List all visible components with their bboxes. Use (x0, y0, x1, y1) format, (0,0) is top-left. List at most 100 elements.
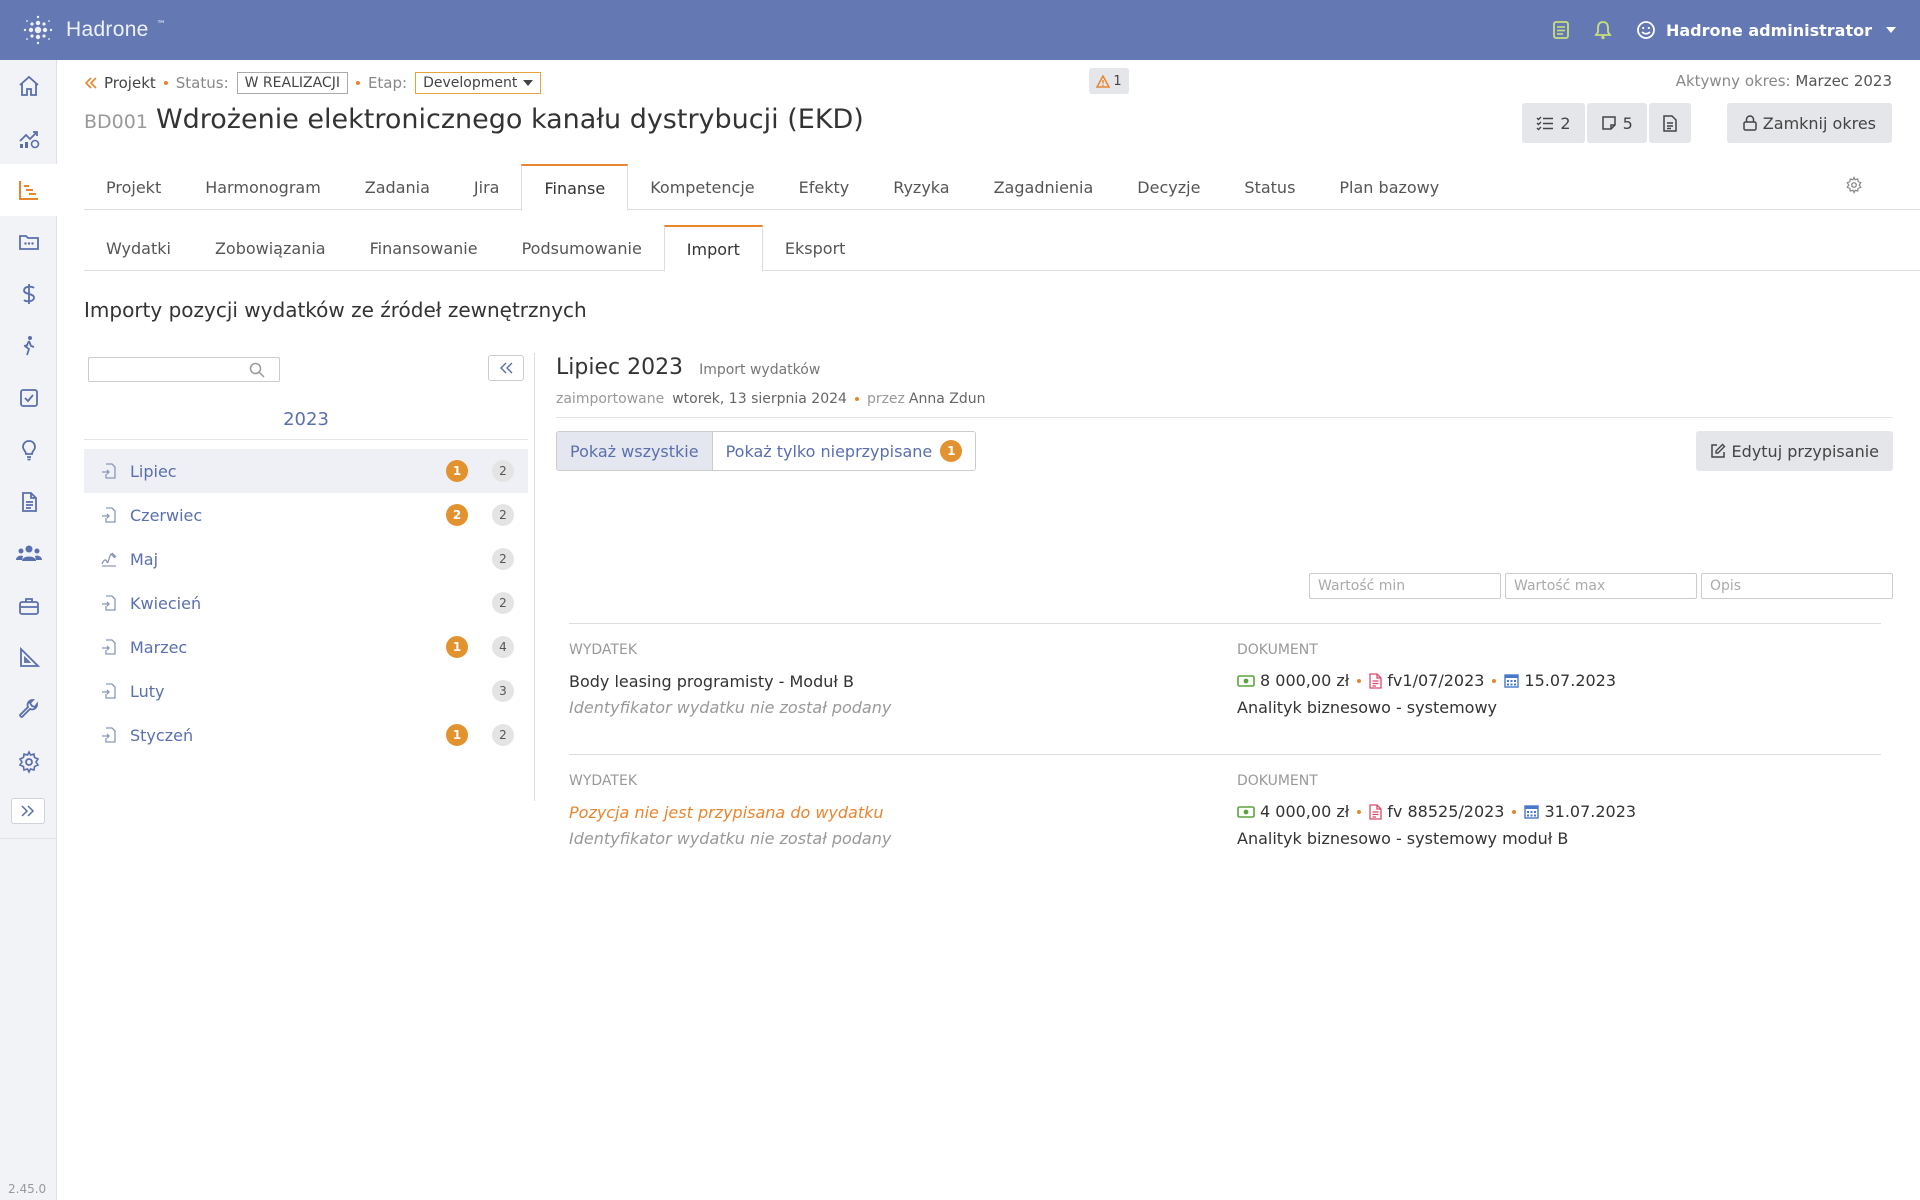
tab-ryzyka[interactable]: Ryzyka (871, 164, 971, 210)
sidebar-item-ideas[interactable] (0, 424, 57, 476)
close-period-button[interactable]: Zamknij okres (1726, 103, 1892, 143)
expense-entry[interactable]: WYDATEK DOKUMENT Body leasing programisty … (569, 623, 1881, 754)
invoice-file-icon (1369, 803, 1382, 820)
subtab-wydatki[interactable]: Wydatki (84, 225, 193, 271)
notes-icon[interactable] (1552, 20, 1570, 40)
show-unassigned-button[interactable]: Pokaż tylko nieprzypisane 1 (712, 432, 976, 470)
unassigned-count-badge: 2 (446, 504, 468, 526)
subtab-finansowanie[interactable]: Finansowanie (348, 225, 500, 271)
tasks-button[interactable]: 2 (1522, 103, 1585, 143)
walking-person-icon (23, 336, 34, 356)
notes-button[interactable]: 5 (1586, 103, 1647, 143)
list-item-month[interactable]: Styczeń 1 2 (84, 713, 528, 757)
subtab-podsumowanie[interactable]: Podsumowanie (500, 225, 664, 271)
user-menu[interactable]: Hadrone administrator (1636, 20, 1896, 40)
list-item-month[interactable]: Maj 2 (84, 537, 528, 581)
sidebar-item-teams[interactable] (0, 528, 57, 580)
tab-plan-bazowy[interactable]: Plan bazowy (1317, 164, 1461, 210)
month-label: Marzec (130, 637, 188, 657)
sidebar-item-documents[interactable] (0, 476, 57, 528)
list-item-month[interactable]: Luty 3 (84, 669, 528, 713)
home-icon (18, 75, 39, 96)
checklist-icon (1536, 116, 1554, 131)
edit-assignment-label: Edytuj przypisanie (1731, 441, 1879, 461)
year-divider (84, 439, 528, 440)
edit-assignment-button[interactable]: Edytuj przypisanie (1695, 431, 1893, 471)
tab-zagadnienia[interactable]: Zagadnienia (972, 164, 1116, 210)
tab-finanse[interactable]: Finanse (521, 164, 629, 211)
stage-dropdown[interactable]: Development (415, 72, 542, 94)
sidebar-item-finance[interactable] (0, 268, 57, 320)
import-file-icon (100, 462, 118, 480)
separator-dot (1512, 809, 1517, 814)
total-count-badge: 3 (492, 680, 514, 702)
project-header-meta: Projekt Status: W REALIZACJI Etap: Devel… (84, 72, 542, 94)
sidebar-item-settings[interactable] (0, 736, 57, 788)
month-label: Styczeń (130, 725, 194, 745)
tab-decyzje[interactable]: Decyzje (1115, 164, 1222, 210)
warning-triangle-icon (1096, 74, 1111, 88)
list-item-month[interactable]: Marzec 1 4 (84, 625, 528, 669)
sidebar-item-reports[interactable] (0, 632, 57, 684)
show-all-button[interactable]: Pokaż wszystkie (557, 432, 713, 470)
expense-header: WYDATEK (569, 642, 637, 658)
report-button[interactable] (1648, 103, 1691, 143)
document-date: 31.07.2023 (1524, 802, 1636, 821)
tasks-count: 2 (1560, 113, 1571, 133)
description-input[interactable]: Opis (1701, 573, 1893, 599)
subtab-import[interactable]: Import (663, 225, 763, 272)
tab-projekt[interactable]: Projekt (84, 164, 183, 210)
sidebar-item-tools[interactable] (0, 580, 57, 632)
notes-count: 5 (1622, 113, 1633, 133)
list-item-month[interactable]: Czerwiec 2 2 (84, 493, 528, 537)
detail-subtitle: Import wydatków (699, 362, 821, 378)
warnings-badge[interactable]: 1 (1089, 68, 1129, 94)
user-name: Hadrone administrator (1665, 20, 1872, 40)
checkbox-icon (19, 389, 38, 407)
sidebar-item-tasks[interactable] (0, 372, 57, 424)
value-max-input[interactable]: Wartość max (1505, 573, 1697, 599)
tab-efekty[interactable]: Efekty (777, 164, 872, 210)
import-file-icon (100, 726, 118, 744)
sidebar-item-projects[interactable] (0, 164, 57, 216)
subtab-zobowiązania[interactable]: Zobowiązania (193, 225, 348, 271)
subtab-eksport[interactable]: Eksport (763, 225, 868, 271)
sidebar-item-folders[interactable] (0, 216, 57, 268)
search-input[interactable] (88, 357, 280, 382)
sidebar-expand-button[interactable] (11, 798, 45, 824)
list-item-month[interactable]: Kwiecień 2 (84, 581, 528, 625)
list-item-month[interactable]: Lipiec 1 2 (84, 449, 528, 493)
sidebar-item-people[interactable] (0, 320, 57, 372)
double-chevron-left-icon (500, 362, 513, 374)
app-logo[interactable]: Hadrone ™ (18, 10, 166, 50)
collapse-panel-button[interactable] (488, 355, 524, 381)
tab-harmonogram[interactable]: Harmonogram (183, 164, 343, 210)
tab-settings-icon[interactable] (1845, 176, 1896, 198)
tab-kompetencje[interactable]: Kompetencje (628, 164, 776, 210)
tab-zadania[interactable]: Zadania (343, 164, 452, 210)
tab-jira[interactable]: Jira (452, 164, 522, 210)
folder-icon (18, 235, 39, 250)
gear-icon (1846, 176, 1862, 194)
document-date-value: 31.07.2023 (1544, 802, 1637, 821)
close-period-label: Zamknij okres (1762, 113, 1876, 133)
breadcrumb-project[interactable]: Projekt (84, 74, 156, 92)
active-period-label: Aktywny okres: (1675, 72, 1791, 90)
document-description: Analityk biznesowo - systemowy (1237, 698, 1497, 717)
sidebar-item-admin[interactable] (0, 684, 57, 736)
expense-name: Pozycja nie jest przypisana do wydatku (569, 803, 884, 822)
document-date: 15.07.2023 (1504, 671, 1616, 690)
money-icon (1237, 674, 1255, 687)
sidebar-item-portfolio[interactable] (0, 112, 57, 164)
tab-status[interactable]: Status (1222, 164, 1317, 210)
expense-name[interactable]: Body leasing programisty - Moduł B (569, 672, 854, 691)
separator-dot (1492, 678, 1497, 683)
value-min-input[interactable]: Wartość min (1309, 573, 1501, 599)
sidebar-item-home[interactable] (0, 60, 57, 112)
document-header: DOKUMENT (1237, 773, 1318, 789)
document-details: 4 000,00 zł fv 88525/2023 31.07.2023 (1237, 802, 1636, 821)
wrench-icon (18, 699, 38, 718)
bell-icon[interactable] (1594, 20, 1612, 40)
expense-entry[interactable]: WYDATEK DOKUMENT Pozycja nie jest przypisa… (569, 754, 1881, 885)
amount-value: 8 000,00 zł (1260, 671, 1350, 690)
